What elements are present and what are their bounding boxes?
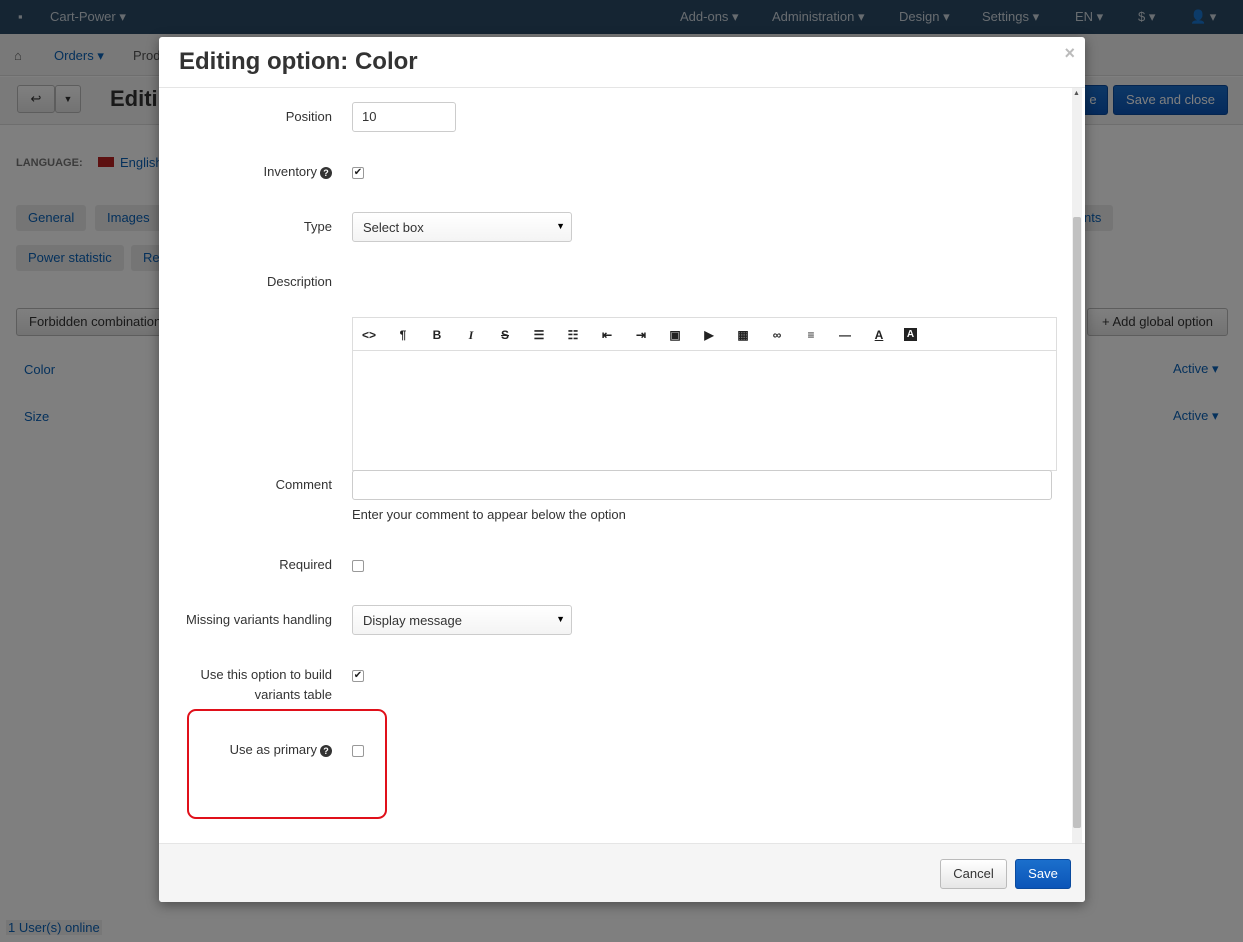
missing-variants-value: Display message: [363, 613, 462, 628]
comment-label: Comment: [275, 477, 332, 492]
type-select[interactable]: Select box ▼: [352, 212, 572, 242]
help-icon[interactable]: ?: [320, 166, 332, 179]
background-color-icon[interactable]: A: [904, 328, 917, 341]
type-select-value: Select box: [363, 220, 424, 235]
numbered-list-icon[interactable]: ☷: [564, 327, 582, 343]
cancel-button[interactable]: Cancel: [940, 859, 1007, 889]
inventory-label: Inventory?: [264, 164, 332, 179]
position-label: Position: [285, 109, 332, 124]
dialog-header: Editing option: Color ×: [159, 37, 1085, 88]
variants-table-label-line2: variants table: [254, 687, 332, 702]
indent-icon[interactable]: ⇥: [632, 327, 650, 343]
strikethrough-icon[interactable]: S: [496, 327, 514, 343]
image-icon[interactable]: ▣: [666, 327, 684, 343]
scroll-up-icon[interactable]: ▲: [1073, 90, 1080, 97]
scrollbar[interactable]: ▲: [1072, 88, 1082, 843]
link-icon[interactable]: ∞: [768, 327, 786, 343]
scrollbar-thumb[interactable]: [1073, 217, 1081, 828]
variants-table-checkbox[interactable]: ✔: [352, 670, 364, 682]
required-label: Required: [279, 557, 332, 572]
highlight-annotation: [187, 709, 387, 819]
save-dialog-button[interactable]: Save: [1015, 859, 1071, 889]
align-icon[interactable]: ≡: [802, 327, 820, 343]
code-icon[interactable]: <>: [360, 327, 378, 343]
table-icon[interactable]: ▦: [734, 327, 752, 343]
required-checkbox[interactable]: [352, 560, 364, 572]
comment-input[interactable]: [352, 470, 1052, 500]
description-editor[interactable]: <> ¶ B I S ☰ ☷ ⇤ ⇥ ▣ ▶ ▦ ∞ ≡ — A A: [352, 317, 1057, 471]
video-icon[interactable]: ▶: [700, 327, 718, 343]
comment-hint: Enter your comment to appear below the o…: [352, 507, 626, 522]
inventory-label-text: Inventory: [263, 164, 317, 179]
missing-variants-select[interactable]: Display message ▼: [352, 605, 572, 635]
italic-icon[interactable]: I: [462, 327, 480, 343]
position-input[interactable]: 10: [352, 102, 456, 132]
font-color-icon[interactable]: A: [870, 327, 888, 343]
bullet-list-icon[interactable]: ☰: [530, 327, 548, 343]
variants-table-label: Use this option to build: [200, 667, 332, 682]
chevron-down-icon: ▼: [556, 614, 565, 624]
editor-toolbar: <> ¶ B I S ☰ ☷ ⇤ ⇥ ▣ ▶ ▦ ∞ ≡ — A A: [353, 318, 1056, 351]
dialog-body: Position 10 Inventory? ✔ Type Select box…: [159, 88, 1085, 843]
paragraph-icon[interactable]: ¶: [394, 327, 412, 343]
inventory-checkbox[interactable]: ✔: [352, 167, 364, 179]
horizontal-rule-icon[interactable]: —: [836, 327, 854, 343]
edit-option-dialog: Editing option: Color × Position 10 Inve…: [159, 37, 1085, 902]
missing-variants-label: Missing variants handling: [186, 612, 332, 627]
bold-icon[interactable]: B: [428, 327, 446, 343]
chevron-down-icon: ▼: [556, 221, 565, 231]
dialog-footer: Cancel Save: [159, 843, 1085, 902]
outdent-icon[interactable]: ⇤: [598, 327, 616, 343]
description-label: Description: [266, 274, 332, 289]
type-label: Type: [303, 219, 332, 234]
dialog-title: Editing option: Color: [179, 48, 418, 75]
close-icon[interactable]: ×: [1064, 43, 1075, 64]
